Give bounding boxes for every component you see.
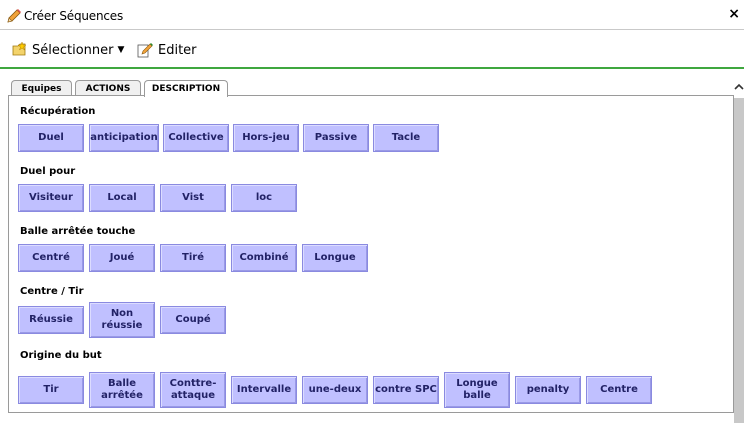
option-coupe[interactable]: Coupé	[160, 306, 226, 334]
edit-icon	[137, 43, 153, 58]
option-loc[interactable]: loc	[231, 184, 297, 212]
select-star-icon	[12, 41, 27, 56]
scrollbar-thumb[interactable]	[734, 98, 744, 423]
tab-equipes-label: Equipes	[21, 83, 62, 94]
option-label: Visiteur	[29, 192, 73, 203]
section-label-centre-tir: Centre / Tir	[20, 286, 84, 297]
option-une-deux[interactable]: une-deux	[302, 376, 368, 404]
option-label: une-deux	[308, 384, 362, 395]
option-duel[interactable]: Duel	[18, 124, 84, 152]
pencil-icon	[7, 9, 21, 23]
option-label-line1: Conttre-	[169, 378, 217, 389]
section-label-recuperation: Récupération	[20, 106, 96, 117]
option-label: Centre	[600, 384, 638, 395]
option-collective[interactable]: Collective	[163, 124, 229, 152]
edit-button[interactable]: Editer	[136, 39, 197, 61]
scroll-up-arrow-icon[interactable]	[734, 80, 744, 94]
option-centre-but[interactable]: Centre	[586, 376, 652, 404]
option-label: Duel	[38, 132, 64, 143]
option-vist[interactable]: Vist	[160, 184, 226, 212]
option-label-line2: arrêtée	[101, 390, 143, 401]
option-longue[interactable]: Longue	[302, 244, 368, 272]
option-intervalle[interactable]: Intervalle	[231, 376, 297, 404]
option-label: Combiné	[239, 252, 289, 263]
option-label-line1: Longue	[456, 378, 498, 389]
option-label: Tacle	[391, 132, 421, 143]
edit-label: Editer	[158, 42, 197, 58]
option-balle-arretee[interactable]: Balle arrêtée	[89, 372, 155, 408]
option-label: Joué	[109, 252, 135, 263]
option-label-line1: Non	[110, 308, 134, 319]
option-joue[interactable]: Joué	[89, 244, 155, 272]
option-anticipation[interactable]: anticipation	[89, 124, 159, 152]
option-label: Vist	[182, 192, 204, 203]
option-label-line2: balle	[463, 390, 491, 401]
option-label: Tiré	[182, 252, 204, 263]
title-bar: Créer Séquences ×	[0, 0, 744, 30]
option-label: Passive	[314, 132, 358, 143]
option-longue-balle[interactable]: Longue balle	[444, 372, 510, 408]
option-label-line2: attaque	[170, 390, 216, 401]
option-label: Hors-jeu	[242, 132, 290, 143]
option-centre[interactable]: Centré	[18, 244, 84, 272]
vertical-scrollbar[interactable]	[734, 80, 744, 423]
tab-description-label: DESCRIPTION	[151, 84, 221, 94]
option-label-line2: réussie	[101, 320, 143, 331]
option-non-reussie[interactable]: Non réussie	[89, 302, 155, 338]
option-hors-jeu[interactable]: Hors-jeu	[233, 124, 299, 152]
option-tir[interactable]: Tir	[18, 376, 84, 404]
option-penalty[interactable]: penalty	[515, 376, 581, 404]
option-label: Local	[107, 192, 137, 203]
close-icon[interactable]: ×	[728, 7, 740, 21]
tab-actions[interactable]: ACTIONS	[75, 80, 141, 96]
option-visiteur[interactable]: Visiteur	[18, 184, 84, 212]
option-label: Tir	[43, 384, 59, 395]
select-label: Sélectionner	[32, 42, 114, 58]
option-tacle[interactable]: Tacle	[373, 124, 439, 152]
window-title: Créer Séquences	[24, 9, 124, 23]
select-button[interactable]: Sélectionner ▼	[10, 39, 124, 61]
toolbar: Sélectionner ▼ Editer	[0, 31, 744, 69]
option-label: contre SPC	[375, 384, 437, 395]
option-conttre-attaque[interactable]: Conttre- attaque	[160, 372, 226, 408]
tab-description[interactable]: DESCRIPTION	[144, 80, 228, 97]
tab-equipes[interactable]: Equipes	[11, 80, 72, 96]
option-label: Intervalle	[236, 384, 292, 395]
chevron-down-icon: ▼	[117, 45, 125, 55]
section-label-duel-pour: Duel pour	[20, 166, 76, 177]
option-label: loc	[255, 192, 273, 203]
section-label-origine-du-but: Origine du but	[20, 350, 102, 361]
section-label-balle-arretee-touche: Balle arrêtée touche	[20, 226, 136, 237]
tab-actions-label: ACTIONS	[85, 83, 131, 94]
option-label: Réussie	[29, 314, 73, 325]
option-contre-spc[interactable]: contre SPC	[373, 376, 439, 404]
option-label: Coupé	[175, 314, 211, 325]
option-tire[interactable]: Tiré	[160, 244, 226, 272]
option-label: anticipation	[90, 132, 158, 143]
option-label: Centré	[32, 252, 70, 263]
option-reussie[interactable]: Réussie	[18, 306, 84, 334]
option-label: Longue	[314, 252, 356, 263]
option-local[interactable]: Local	[89, 184, 155, 212]
option-combine[interactable]: Combiné	[231, 244, 297, 272]
option-passive[interactable]: Passive	[303, 124, 369, 152]
option-label: penalty	[526, 384, 570, 395]
option-label-line1: Balle	[107, 378, 136, 389]
option-label: Collective	[168, 132, 224, 143]
